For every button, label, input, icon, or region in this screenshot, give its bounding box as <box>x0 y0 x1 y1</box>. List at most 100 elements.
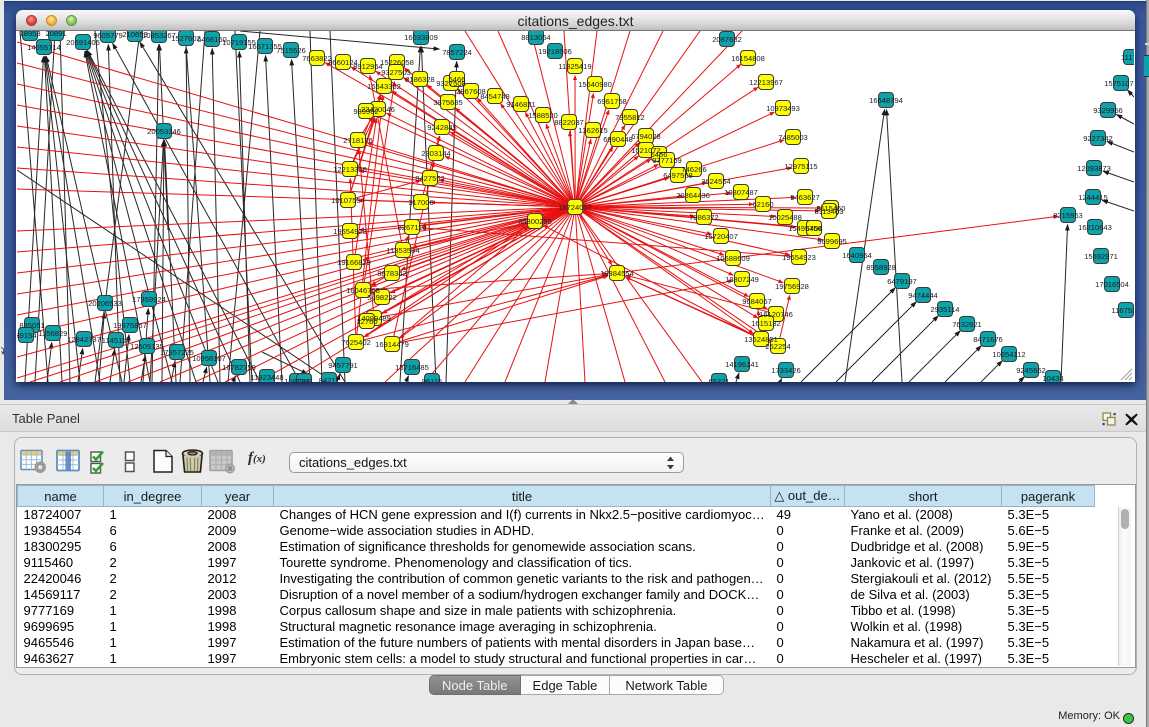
svg-text:19218506: 19218506 <box>538 47 572 56</box>
svg-text:8113463: 8113463 <box>815 207 844 216</box>
svg-text:2718176: 2718176 <box>343 136 373 145</box>
svg-text:19654923: 19654923 <box>333 227 367 236</box>
svg-text:16210643: 16210643 <box>1078 223 1112 232</box>
svg-text:39154: 39154 <box>17 331 37 340</box>
svg-text:6404: 6404 <box>806 224 823 233</box>
svg-text:16154808: 16154808 <box>731 54 765 63</box>
svg-text:17359924: 17359924 <box>132 295 166 304</box>
svg-text:96115: 96115 <box>422 377 443 382</box>
svg-text:7955812: 7955812 <box>615 113 645 122</box>
svg-text:6794028: 6794028 <box>631 132 661 141</box>
svg-text:3875685: 3875685 <box>433 98 463 107</box>
svg-text:25300295: 25300295 <box>518 217 552 226</box>
svg-text:15716485: 15716485 <box>395 363 429 372</box>
svg-text:62160: 62160 <box>752 200 773 209</box>
svg-text:12505135: 12505135 <box>130 342 164 351</box>
svg-text:6961758: 6961758 <box>597 97 627 106</box>
svg-text:6479197: 6479197 <box>887 277 917 286</box>
svg-text:9245652: 9245652 <box>1016 366 1046 375</box>
svg-text:9699695: 9699695 <box>817 237 847 246</box>
svg-text:17016504: 17016504 <box>1095 280 1129 289</box>
svg-text:8427552: 8427552 <box>415 174 445 183</box>
svg-text:9329966: 9329966 <box>1093 106 1123 115</box>
svg-text:12975115: 12975115 <box>784 162 817 171</box>
svg-text:2935114: 2935114 <box>931 305 960 314</box>
svg-text:65321: 65321 <box>708 377 729 382</box>
svg-text:10958107: 10958107 <box>192 354 226 363</box>
svg-text:11353594: 11353594 <box>386 246 419 255</box>
svg-text:19166829: 19166829 <box>337 258 371 267</box>
svg-text:18807249: 18807249 <box>725 275 759 284</box>
svg-text:11325419: 11325419 <box>558 62 591 71</box>
svg-text:19756928: 19756928 <box>775 282 809 291</box>
svg-text:3624554: 3624554 <box>701 177 731 186</box>
svg-text:9777169: 9777169 <box>652 156 682 165</box>
svg-text:1640954: 1640954 <box>842 251 872 260</box>
svg-text:9463627: 9463627 <box>790 193 820 202</box>
svg-text:16914479: 16914479 <box>375 340 409 349</box>
svg-text:11173: 11173 <box>1121 53 1134 62</box>
svg-text:7753: 7753 <box>296 377 313 382</box>
svg-text:1156829: 1156829 <box>39 329 68 338</box>
svg-text:10973493: 10973493 <box>766 104 800 113</box>
svg-text:12093873: 12093873 <box>1077 164 1111 173</box>
svg-text:20206533: 20206533 <box>88 299 122 308</box>
svg-text:12760: 12760 <box>356 317 377 326</box>
svg-text:9146821: 9146821 <box>506 100 536 109</box>
svg-text:8186328: 8186328 <box>405 75 435 84</box>
svg-text:8471676: 8471676 <box>973 335 1003 344</box>
svg-text:8813054: 8813054 <box>521 33 551 42</box>
svg-text:20053346: 20053346 <box>147 127 181 136</box>
svg-text:15226058: 15226058 <box>380 58 414 67</box>
svg-text:16648794: 16648794 <box>869 96 903 105</box>
svg-text:1145114: 1145114 <box>102 336 130 345</box>
svg-text:9457791: 9457791 <box>328 361 358 370</box>
svg-text:16782759: 16782759 <box>222 363 256 372</box>
svg-text:14055714: 14055714 <box>27 43 61 52</box>
svg-text:10434: 10434 <box>1042 374 1063 382</box>
svg-text:7485003: 7485003 <box>778 133 808 142</box>
svg-text:16033809: 16033809 <box>404 33 438 42</box>
svg-text:15751074: 15751074 <box>1104 79 1134 88</box>
svg-text:8267110: 8267110 <box>398 223 427 232</box>
svg-text:9474444: 9474444 <box>908 291 938 300</box>
svg-text:15640980: 15640980 <box>578 80 612 89</box>
svg-text:989962: 989962 <box>353 107 378 116</box>
svg-text:12942737: 12942737 <box>67 335 101 344</box>
svg-text:1615132: 1615132 <box>751 319 781 328</box>
svg-text:2803144: 2803144 <box>421 149 451 158</box>
svg-text:10688609: 10688609 <box>716 254 750 263</box>
svg-text:10807487: 10807487 <box>724 188 758 197</box>
svg-text:20891: 20891 <box>45 31 66 38</box>
svg-text:9242845: 9242845 <box>427 123 457 132</box>
svg-text:17957225: 17957225 <box>160 348 194 357</box>
svg-text:12213967: 12213967 <box>749 78 783 87</box>
svg-text:6990448: 6990448 <box>603 135 633 144</box>
svg-text:7632621: 7632621 <box>952 320 982 329</box>
svg-text:252254: 252254 <box>765 342 790 351</box>
svg-text:18953: 18953 <box>19 31 40 38</box>
svg-text:10107554: 10107554 <box>331 196 365 205</box>
svg-text:317006: 317006 <box>408 198 433 207</box>
svg-text:9605779: 9605779 <box>93 31 123 40</box>
svg-text:18724007: 18724007 <box>558 203 592 212</box>
svg-text:11923448: 11923448 <box>250 373 283 382</box>
svg-text:15720407: 15720407 <box>704 232 738 241</box>
svg-text:5498222: 5498222 <box>367 293 397 302</box>
svg-text:10025488: 10025488 <box>768 213 802 222</box>
svg-text:14196141: 14196141 <box>725 360 759 369</box>
svg-text:1362615: 1362615 <box>578 126 608 135</box>
svg-text:8958928: 8958928 <box>866 263 896 272</box>
svg-text:19975867: 19975867 <box>113 321 147 330</box>
svg-text:20364436: 20364436 <box>676 191 710 200</box>
svg-text:19654923: 19654923 <box>782 253 816 262</box>
svg-text:8878342: 8878342 <box>377 269 407 278</box>
svg-text:1167533: 1167533 <box>1112 306 1135 315</box>
svg-text:16120746: 16120746 <box>759 310 793 319</box>
svg-text:10654112: 10654112 <box>992 350 1025 359</box>
svg-text:16543362: 16543362 <box>367 82 401 91</box>
svg-text:1733426: 1733426 <box>771 366 801 375</box>
svg-text:2087682: 2087682 <box>712 35 742 44</box>
svg-text:84211: 84211 <box>319 376 340 382</box>
svg-text:9684067: 9684067 <box>742 297 772 306</box>
